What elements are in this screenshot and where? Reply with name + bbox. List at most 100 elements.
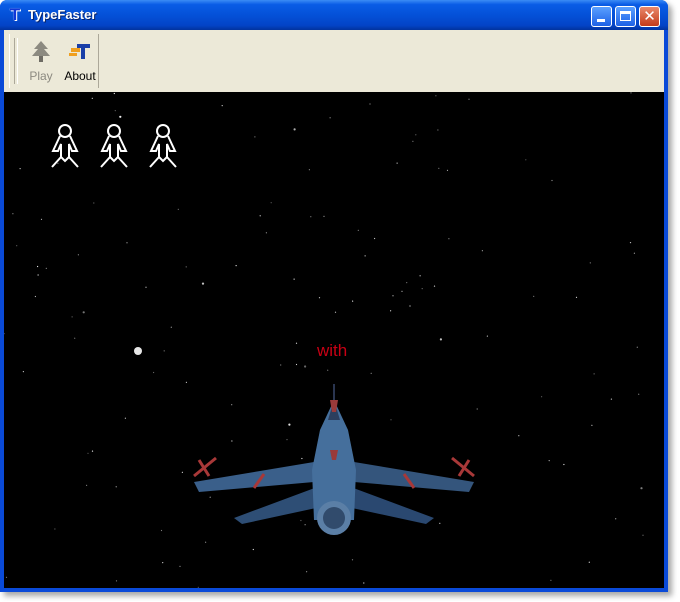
close-button[interactable]: ✕: [639, 6, 660, 27]
star: [205, 541, 207, 543]
star: [633, 252, 636, 254]
window-title: TypeFaster: [28, 7, 97, 22]
maximize-button[interactable]: [615, 6, 636, 27]
star: [295, 342, 298, 344]
star: [286, 439, 288, 441]
star: [610, 398, 613, 400]
typefaster-logo-icon: [69, 44, 90, 59]
star: [615, 518, 617, 520]
star: [82, 311, 85, 314]
minimize-icon: [597, 19, 605, 22]
star: [145, 286, 147, 288]
about-button[interactable]: About: [59, 36, 101, 86]
title-bar[interactable]: T TypeFaster ✕: [0, 0, 668, 30]
star: [201, 282, 205, 285]
star: [439, 522, 441, 524]
game-canvas[interactable]: with: [4, 92, 664, 588]
star: [439, 338, 442, 341]
star: [295, 363, 298, 366]
star: [323, 215, 325, 217]
star: [419, 275, 421, 277]
life-icon: [51, 124, 79, 168]
star: [390, 310, 392, 312]
star: [115, 486, 117, 488]
star: [533, 295, 535, 297]
star: [363, 582, 365, 584]
star: [406, 282, 408, 284]
star: [357, 229, 359, 231]
star: [57, 162, 59, 164]
star: [308, 169, 310, 171]
star: [630, 92, 632, 94]
star: [77, 254, 79, 256]
star: [591, 424, 593, 426]
star: [114, 110, 116, 112]
life-icon: [149, 124, 177, 168]
star: [259, 215, 261, 217]
star: [304, 365, 307, 368]
close-icon: ✕: [643, 7, 656, 25]
star: [589, 262, 591, 264]
star: [329, 117, 331, 119]
maximize-icon: [620, 11, 631, 21]
star: [486, 335, 488, 337]
star: [87, 452, 89, 454]
player-jet: [193, 384, 475, 535]
star: [421, 288, 423, 290]
star: [318, 297, 321, 299]
star: [126, 242, 128, 244]
star: [518, 435, 520, 437]
star: [392, 295, 394, 297]
star: [588, 561, 590, 563]
star: [301, 457, 303, 460]
star: [185, 266, 187, 268]
star: [481, 250, 483, 252]
star: [177, 208, 179, 210]
star: [22, 371, 24, 373]
star: [334, 311, 337, 313]
star: [642, 534, 644, 536]
star: [16, 245, 18, 247]
star: [575, 296, 578, 298]
star: [525, 159, 527, 161]
star: [563, 463, 565, 466]
star: [551, 179, 553, 182]
star: [438, 167, 440, 169]
star: [185, 381, 187, 383]
star: [160, 529, 163, 532]
toolbar-grip[interactable]: [14, 38, 18, 84]
star: [412, 140, 414, 142]
star: [327, 369, 329, 371]
client-area: Play About with: [4, 30, 664, 588]
star: [593, 373, 595, 375]
star: [45, 267, 47, 269]
star: [270, 202, 272, 204]
star: [163, 350, 165, 352]
star: [113, 92, 115, 95]
star: [369, 103, 371, 105]
star: [37, 265, 39, 268]
star: [293, 278, 295, 280]
star: [40, 218, 43, 220]
star: [364, 255, 366, 257]
star: [541, 396, 543, 398]
star: [181, 471, 183, 473]
star: [288, 423, 291, 426]
bright-star: [134, 347, 142, 355]
minimize-button[interactable]: [591, 6, 612, 27]
star: [280, 364, 282, 366]
star: [91, 450, 94, 452]
star: [446, 169, 449, 171]
star: [415, 134, 417, 136]
star: [37, 274, 39, 276]
star: [12, 213, 14, 215]
tree-icon: [32, 41, 50, 62]
star: [351, 559, 354, 561]
star: [265, 232, 267, 234]
star: [231, 404, 233, 406]
play-button[interactable]: Play: [20, 36, 62, 86]
star: [548, 460, 550, 462]
star: [162, 562, 164, 564]
star: [179, 565, 181, 567]
star: [54, 528, 56, 530]
